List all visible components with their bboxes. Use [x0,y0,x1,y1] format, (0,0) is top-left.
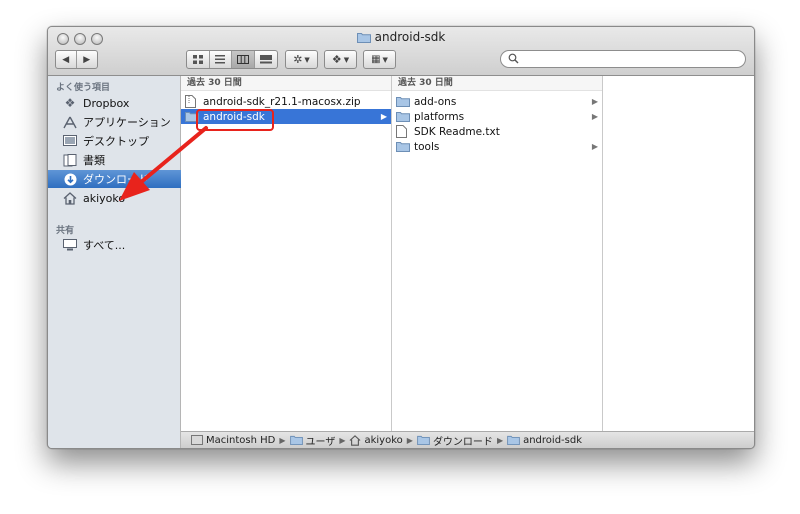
annotation-arrow [119,126,208,201]
